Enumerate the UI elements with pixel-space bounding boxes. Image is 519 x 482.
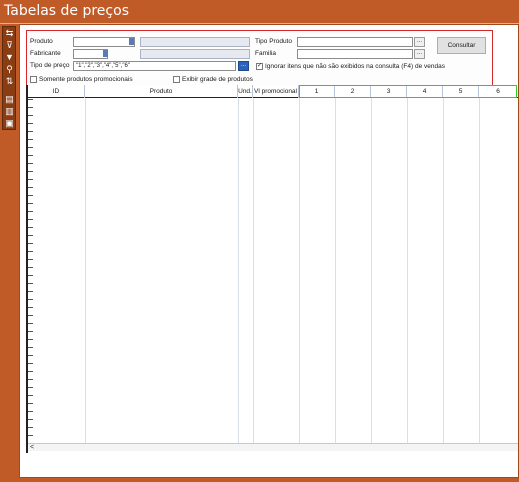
sort-icon[interactable]: ⇅	[4, 76, 15, 87]
fabricante-label: Fabricante	[30, 50, 61, 57]
fabricante-description-field	[140, 49, 250, 59]
tipo-preco-label: Tipo de preço	[30, 62, 70, 69]
column-divider	[479, 98, 480, 443]
filter-section: Produto Fabricante Tipo de preço "1","2"…	[26, 30, 493, 87]
fabricante-dropdown-icon[interactable]	[103, 50, 108, 57]
ignorar-label: Ignorar itens que não são exibidos na co…	[265, 63, 445, 70]
window-title: Tabelas de preços	[4, 3, 129, 19]
exibir-grade-label: Exibir grade de produtos	[182, 76, 253, 83]
ignorar-checkbox[interactable]: ✓	[256, 63, 263, 70]
document-icon[interactable]: ▥	[4, 106, 15, 117]
familia-label: Familia	[255, 50, 276, 57]
column-divider	[85, 98, 86, 443]
column-divider	[299, 98, 300, 443]
funnel-icon[interactable]: ▼	[4, 52, 15, 63]
horizontal-scrollbar[interactable]: <	[28, 443, 518, 451]
consultar-button[interactable]: Consultar	[437, 37, 486, 54]
tipo-produto-lookup-button[interactable]: ...	[414, 37, 425, 47]
tipo-preco-field[interactable]: "1","2","3","4","5","6"	[73, 61, 236, 71]
refresh-icon[interactable]: ⇆	[4, 28, 15, 39]
column-header-produto[interactable]: Produto	[85, 85, 238, 98]
familia-field[interactable]	[297, 49, 413, 59]
produto-dropdown-icon[interactable]	[129, 38, 134, 45]
column-divider	[335, 98, 336, 443]
familia-lookup-button[interactable]: ...	[414, 49, 425, 59]
title-bar: Tabelas de preços	[0, 0, 519, 22]
scroll-left-icon[interactable]: <	[30, 444, 34, 451]
price-grid[interactable]: ID Produto Und. Vl promocional 1 2 3 4 5…	[26, 85, 518, 453]
column-divider	[238, 98, 239, 443]
column-divider	[407, 98, 408, 443]
price-columns-highlight	[299, 85, 517, 98]
side-toolbar: ⇆ ⊽ ▼ ⚲ ⇅ ▤ ▥ ▣	[2, 26, 16, 130]
tipo-produto-label: Tipo Produto	[255, 38, 292, 45]
column-divider	[371, 98, 372, 443]
row-indicator-ticks	[28, 99, 33, 444]
column-divider	[443, 98, 444, 443]
somente-promocionais-checkbox[interactable]	[30, 76, 37, 83]
tipo-preco-lookup-button[interactable]: ...	[238, 61, 249, 71]
column-header-vl-promocional[interactable]: Vl promocional	[253, 85, 299, 98]
exibir-grade-checkbox[interactable]	[173, 76, 180, 83]
main-panel: Produto Fabricante Tipo de preço "1","2"…	[19, 24, 519, 478]
grid-header: ID Produto Und. Vl promocional 1 2 3 4 5…	[28, 85, 518, 98]
produto-code-field[interactable]	[73, 37, 135, 47]
produto-label: Produto	[30, 38, 53, 45]
column-header-und[interactable]: Und.	[238, 85, 253, 98]
filter-icon[interactable]: ⊽	[4, 40, 15, 51]
produto-description-field	[140, 37, 250, 47]
print-icon[interactable]: ▤	[4, 94, 15, 105]
column-divider	[253, 98, 254, 443]
search-icon[interactable]: ⚲	[4, 64, 15, 75]
save-icon[interactable]: ▣	[4, 118, 15, 129]
tipo-produto-field[interactable]	[297, 37, 413, 47]
column-header-id[interactable]: ID	[28, 85, 85, 98]
somente-promocionais-label: Somente produtos promocionais	[39, 76, 133, 83]
